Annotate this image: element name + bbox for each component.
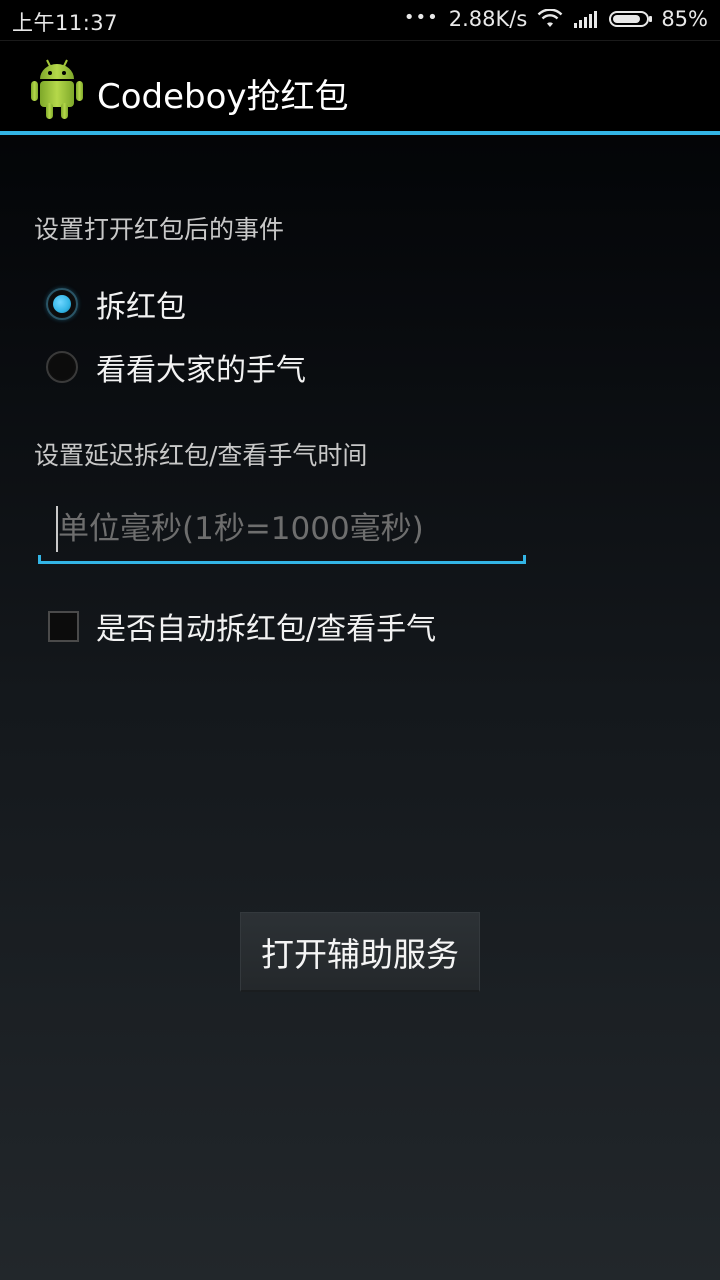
- battery-fill: [613, 15, 640, 23]
- action-bar: Codeboy抢红包: [0, 40, 720, 133]
- android-robot-icon: [30, 57, 84, 121]
- battery-percent: 85%: [661, 7, 708, 31]
- status-time: 上午11:37: [12, 11, 119, 35]
- auto-open-checkbox-label: 是否自动拆红包/查看手气: [96, 612, 437, 647]
- status-indicators: ••• 2.88K/s 85%: [403, 6, 708, 32]
- status-bar: 上午11:37 ••• 2.88K/s 85%: [0, 0, 720, 40]
- radio-label-open: 拆红包: [96, 290, 186, 325]
- radio-view-luck[interactable]: 看看大家的手气: [46, 345, 306, 389]
- auto-open-checkbox-row[interactable]: 是否自动拆红包/查看手气: [48, 604, 436, 648]
- delay-section-label: 设置延迟拆红包/查看手气时间: [34, 441, 368, 470]
- radio-dot: [53, 295, 71, 313]
- radio-open-red-packet[interactable]: 拆红包: [46, 282, 186, 326]
- event-section-label: 设置打开红包后的事件: [34, 215, 285, 244]
- radio-label-view-luck: 看看大家的手气: [96, 353, 306, 388]
- signal-icon: [573, 9, 599, 29]
- network-speed: 2.88K/s: [448, 7, 528, 31]
- notification-dots: •••: [403, 6, 439, 28]
- delay-input-wrapper[interactable]: [38, 498, 526, 564]
- radio-unchecked-icon[interactable]: [46, 351, 78, 383]
- open-accessibility-service-button[interactable]: 打开辅助服务: [240, 912, 480, 992]
- action-bar-divider: [0, 131, 720, 135]
- app-title: Codeboy抢红包: [97, 77, 349, 117]
- wifi-icon: [537, 8, 563, 29]
- battery-icon: [609, 11, 653, 27]
- input-underline: [38, 555, 526, 564]
- radio-checked-icon[interactable]: [46, 288, 78, 320]
- screen: 上午11:37 ••• 2.88K/s 85% Codeboy抢红包 设置打开红…: [0, 0, 720, 1280]
- delay-input[interactable]: [38, 498, 526, 560]
- text-cursor: [56, 506, 58, 552]
- checkbox-unchecked-icon[interactable]: [48, 610, 79, 642]
